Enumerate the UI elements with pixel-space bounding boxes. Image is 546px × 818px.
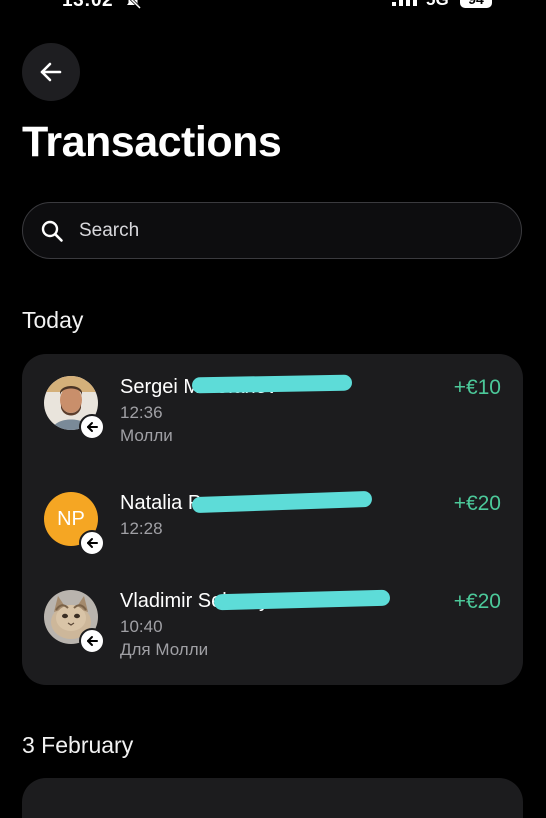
status-bar: 13:02 5G 94: [0, 0, 546, 12]
incoming-badge: [79, 628, 105, 654]
signal-bars-icon: [392, 0, 417, 6]
battery-level: 94: [460, 0, 492, 8]
incoming-badge: [79, 414, 105, 440]
search-icon: [41, 220, 63, 242]
page-title: Transactions: [22, 118, 282, 166]
arrow-left-icon: [87, 538, 98, 548]
transaction-row[interactable]: Sergei Mitrofanov 12:36 Молли +€10: [22, 374, 523, 466]
transaction-amount: +€20: [453, 492, 501, 515]
redaction-mark: [213, 589, 391, 611]
search-bar[interactable]: [22, 202, 522, 259]
arrow-left-icon: [40, 62, 62, 82]
section-header-3-february: 3 February: [22, 732, 134, 758]
transaction-amount: +€10: [453, 376, 501, 399]
redaction-mark: [191, 490, 373, 514]
transaction-note: Молли: [120, 426, 173, 445]
transactions-card: Sergei Mitrofanov 12:36 Молли +€10 NP Na…: [22, 354, 523, 685]
arrow-left-icon: [87, 422, 98, 432]
search-input[interactable]: [79, 203, 499, 258]
section-header-today: Today: [22, 307, 84, 333]
transactions-card: [22, 778, 523, 818]
transaction-row[interactable]: NP Natalia P 12:28 +€20: [22, 490, 523, 582]
transaction-time: 12:36: [120, 403, 163, 422]
incoming-badge: [79, 530, 105, 556]
network-type: 5G: [426, 0, 449, 10]
transaction-note: Для Молли: [120, 640, 209, 659]
transaction-row[interactable]: Vladimir Seleznyov 10:40 Для Молли +€20: [22, 589, 523, 680]
transaction-amount: +€20: [453, 590, 501, 613]
back-button[interactable]: [22, 43, 80, 101]
transaction-name: Natalia P: [120, 492, 202, 514]
transaction-time: 12:28: [120, 519, 163, 538]
arrow-left-icon: [87, 636, 98, 646]
status-time: 13:02: [62, 0, 114, 11]
redaction-mark: [191, 374, 353, 394]
bell-slash-icon: [127, 0, 142, 10]
transaction-time: 10:40: [120, 617, 163, 636]
